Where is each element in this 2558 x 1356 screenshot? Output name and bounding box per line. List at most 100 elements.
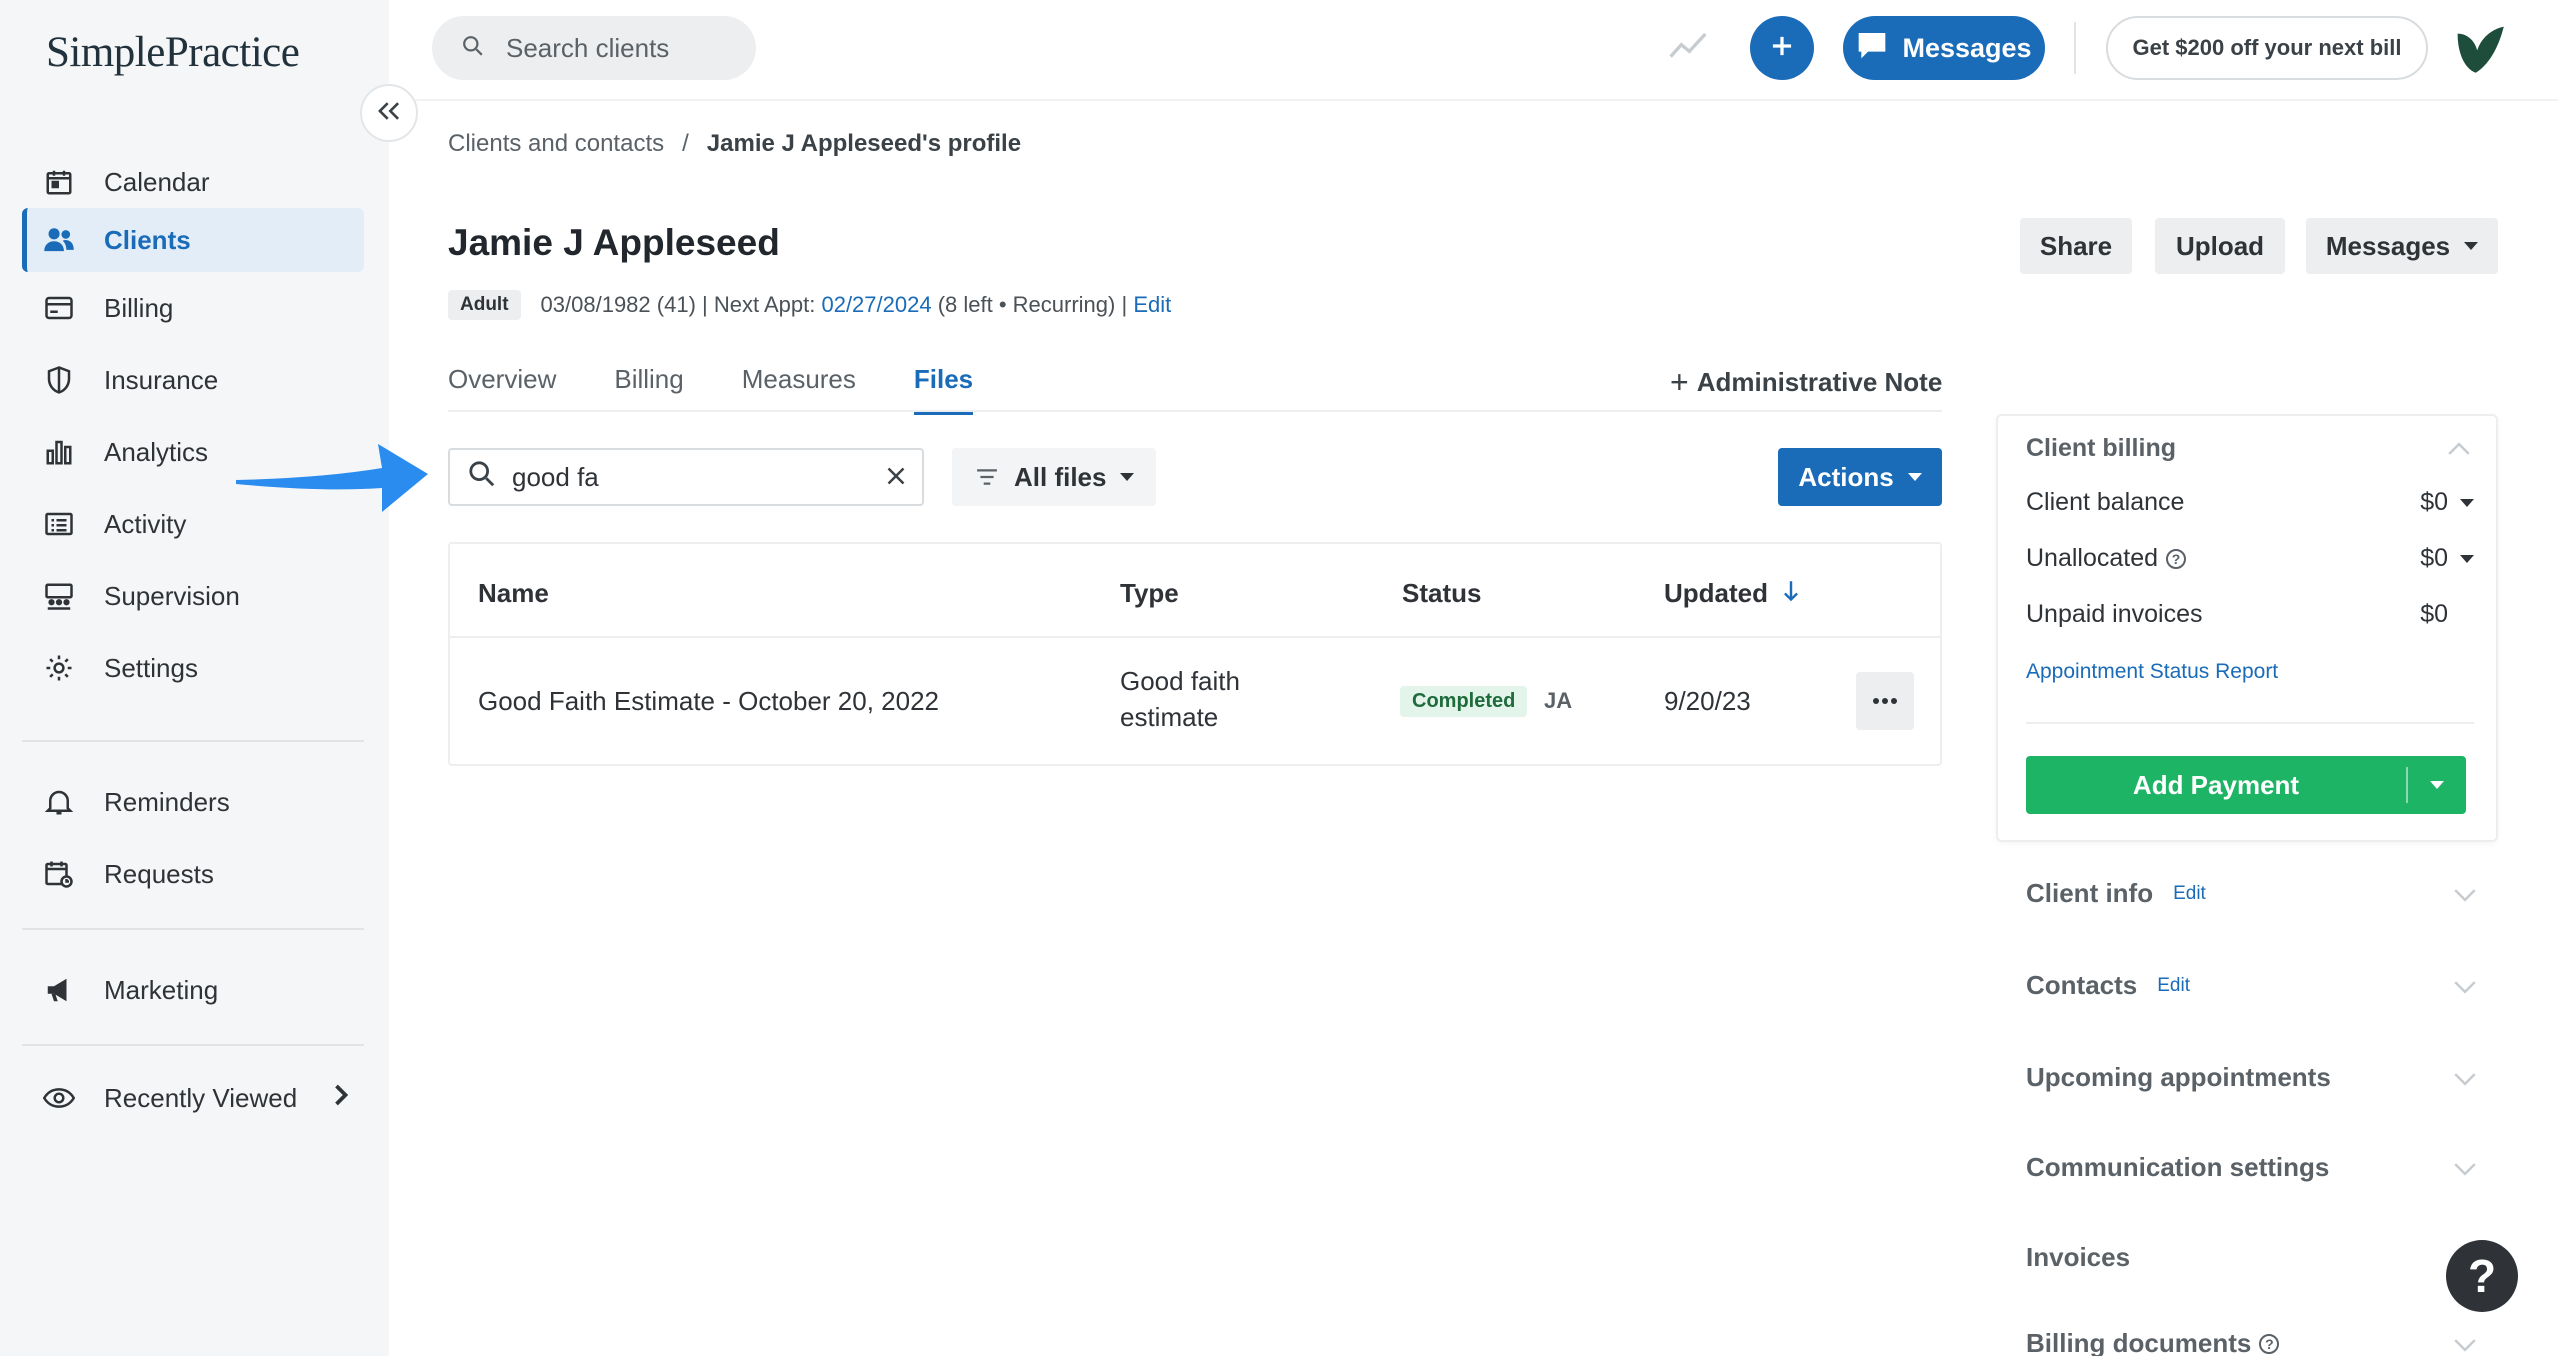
chat-bubble-icon: [1856, 30, 1902, 67]
sidebar-item-label: Billing: [104, 292, 174, 323]
column-header-type[interactable]: Type: [1120, 578, 1179, 609]
bell-icon: [42, 785, 76, 819]
client-billing-title[interactable]: Client billing: [2026, 434, 2176, 463]
section-invoices[interactable]: Invoices: [2026, 1242, 2476, 1273]
credit-card-icon: [42, 291, 76, 325]
chevron-down-icon: [2454, 1062, 2476, 1093]
tab-measures[interactable]: Measures: [742, 364, 856, 415]
help-button[interactable]: ?: [2446, 1240, 2518, 1312]
add-payment-dropdown[interactable]: [2408, 781, 2466, 789]
sidebar-item-clients[interactable]: Clients: [22, 208, 364, 272]
sidebar-item-label: Clients: [104, 224, 191, 255]
messages-dropdown-button[interactable]: Messages: [2306, 218, 2498, 274]
topbar-divider-line: [389, 99, 2558, 101]
messages-dropdown-label: Messages: [2325, 230, 2451, 261]
trend-icon[interactable]: [1668, 30, 1708, 67]
sidebar-item-supervision[interactable]: Supervision: [22, 564, 364, 628]
unallocated-dropdown[interactable]: $0: [2420, 544, 2474, 573]
contacts-edit-link[interactable]: Edit: [2157, 975, 2190, 997]
add-payment-label: Add Payment: [2132, 769, 2300, 800]
client-search-input[interactable]: Search clients: [432, 16, 756, 80]
caret-down-icon: [2460, 554, 2474, 563]
unpaid-invoices-value: $0: [2420, 600, 2448, 628]
tab-files[interactable]: Files: [913, 364, 974, 415]
section-billing-documents[interactable]: Billing documents ?: [2026, 1328, 2476, 1356]
collapse-sidebar-button[interactable]: [360, 84, 418, 142]
calendar-request-icon: [42, 857, 76, 891]
tab-overview[interactable]: Overview: [448, 364, 556, 415]
file-type-line2: estimate: [1120, 702, 1219, 732]
appt-info: (8 left • Recurring) |: [937, 292, 1128, 317]
actions-label: Actions: [1798, 461, 1894, 492]
sidebar-item-label: Marketing: [104, 974, 219, 1005]
caret-down-icon: [2460, 498, 2474, 507]
account-avatar[interactable]: [2452, 22, 2508, 81]
breadcrumb-parent-link[interactable]: Clients and contacts: [448, 130, 664, 157]
app-logo[interactable]: SimplePractice: [46, 28, 300, 77]
nav-divider: [22, 1044, 364, 1046]
file-filter-dropdown[interactable]: All files: [952, 448, 1156, 506]
unpaid-invoices-label: Unpaid invoices: [2026, 600, 2203, 628]
page-title: Jamie J Appleseed: [448, 222, 780, 263]
caret-down-icon: [2430, 781, 2444, 789]
sidebar-item-label: Activity: [104, 508, 187, 539]
next-appt-link[interactable]: 02/27/2024: [821, 292, 931, 318]
sidebar-item-calendar[interactable]: Calendar: [22, 150, 364, 214]
client-billing-card: Client billing Client balance $0 Unalloc…: [1996, 414, 2498, 842]
client-info-edit-link[interactable]: Edit: [2173, 883, 2206, 905]
unallocated-value: $0: [2420, 544, 2448, 572]
add-administrative-note-button[interactable]: + Administrative Note: [1670, 364, 1942, 401]
file-filter-label: All files: [1014, 461, 1107, 492]
client-meta: Adult 03/08/1982 (41) | Next Appt: 02/27…: [448, 290, 1171, 320]
supervision-icon: [42, 579, 76, 613]
section-contacts[interactable]: Contacts Edit: [2026, 970, 2476, 1001]
chevron-up-icon[interactable]: [2448, 442, 2470, 461]
actions-button[interactable]: Actions: [1778, 448, 1942, 506]
unallocated-label: Unallocated: [2026, 544, 2159, 572]
row-more-button[interactable]: [1856, 672, 1914, 730]
column-header-status[interactable]: Status: [1402, 578, 1481, 609]
chevron-down-icon: [2454, 1328, 2476, 1356]
list-icon: [42, 507, 76, 541]
tab-billing[interactable]: Billing: [614, 364, 683, 415]
breadcrumb-separator: /: [682, 130, 689, 157]
help-icon[interactable]: ?: [2259, 1333, 2280, 1354]
section-communication-settings[interactable]: Communication settings: [2026, 1152, 2476, 1183]
unpaid-invoices-row: Unpaid invoices $0: [2026, 600, 2474, 629]
caret-down-icon: [1907, 473, 1922, 481]
column-header-updated[interactable]: Updated: [1664, 578, 1800, 609]
sidebar-item-recently-viewed[interactable]: Recently Viewed: [22, 1066, 364, 1130]
upload-button[interactable]: Upload: [2155, 218, 2285, 274]
messages-button[interactable]: Messages: [1843, 16, 2045, 80]
file-name-link[interactable]: Good Faith Estimate - October 20, 2022: [478, 686, 939, 717]
help-icon[interactable]: ?: [2166, 548, 2187, 569]
section-client-info[interactable]: Client info Edit: [2026, 878, 2476, 909]
share-button[interactable]: Share: [2020, 218, 2132, 274]
chevron-down-icon: [2454, 970, 2476, 1001]
section-label: Invoices: [2026, 1242, 2131, 1272]
edit-client-link[interactable]: Edit: [1133, 292, 1171, 318]
gear-icon: [42, 651, 76, 685]
sidebar-item-marketing[interactable]: Marketing: [22, 958, 364, 1022]
sidebar-item-billing[interactable]: Billing: [22, 276, 364, 340]
section-label: Upcoming appointments: [2026, 1062, 2331, 1092]
section-upcoming-appointments[interactable]: Upcoming appointments: [2026, 1062, 2476, 1093]
search-placeholder: Search clients: [506, 32, 670, 63]
client-balance-dropdown[interactable]: $0: [2420, 488, 2474, 517]
column-header-updated-label: Updated: [1664, 578, 1768, 608]
signer-initials: JA: [1544, 688, 1573, 713]
clear-search-icon[interactable]: [886, 462, 906, 493]
sidebar-item-label: Requests: [104, 858, 214, 889]
add-payment-button[interactable]: Add Payment: [2026, 756, 2466, 814]
section-label: Contacts: [2026, 970, 2138, 1000]
sidebar-item-requests[interactable]: Requests: [22, 842, 364, 906]
sidebar-item-label: Recently Viewed: [104, 1082, 298, 1113]
sidebar-item-reminders[interactable]: Reminders: [22, 770, 364, 834]
column-header-name[interactable]: Name: [478, 578, 549, 609]
sidebar-item-settings[interactable]: Settings: [22, 636, 364, 700]
file-search-input[interactable]: good fa: [448, 448, 924, 506]
sidebar-item-insurance[interactable]: Insurance: [22, 348, 364, 412]
appointment-status-report-link[interactable]: Appointment Status Report: [2026, 660, 2278, 684]
promo-button[interactable]: Get $200 off your next bill: [2106, 16, 2428, 80]
quick-add-button[interactable]: [1750, 16, 1814, 80]
